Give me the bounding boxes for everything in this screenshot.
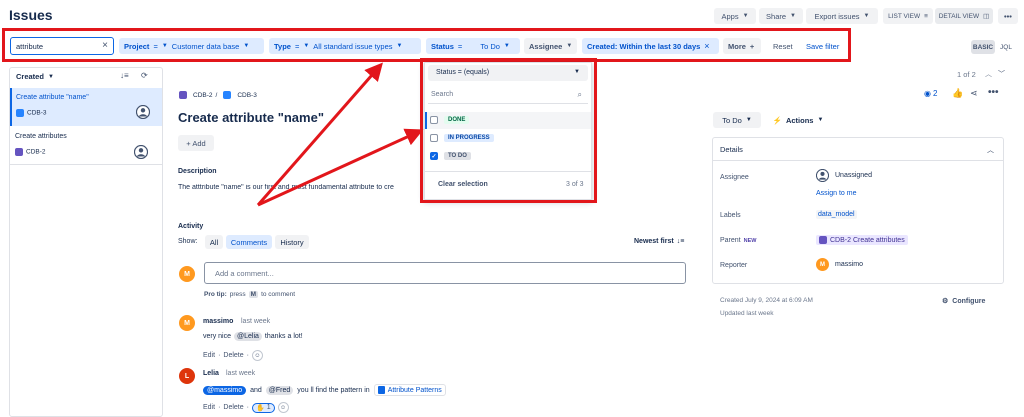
annotation-arrow <box>257 128 424 207</box>
annotation-arrows <box>256 62 424 207</box>
annotation-arrow <box>256 62 383 206</box>
